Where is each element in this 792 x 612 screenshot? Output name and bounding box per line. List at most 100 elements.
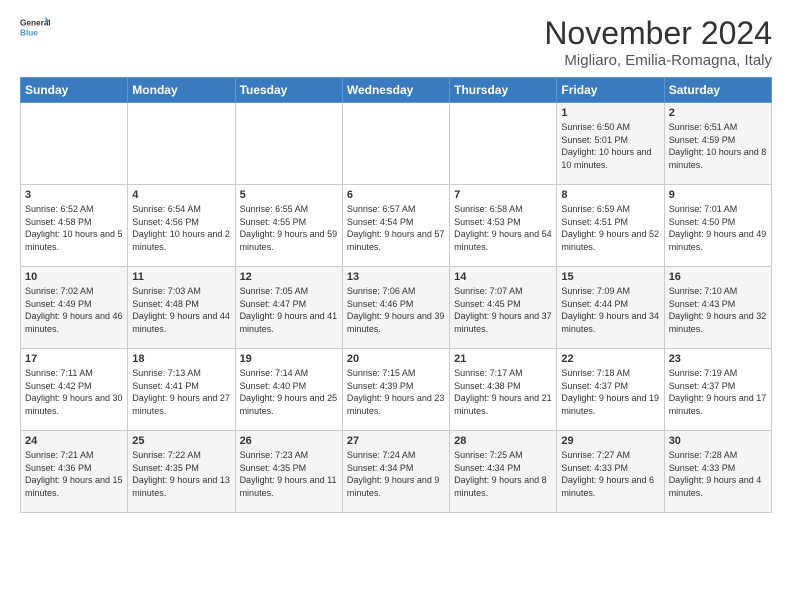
day-number: 10	[25, 271, 123, 283]
day-number: 3	[25, 189, 123, 201]
week-row-1: 1 Sunrise: 6:50 AM Sunset: 5:01 PM Daylig…	[21, 103, 772, 185]
col-header-friday: Friday	[557, 78, 664, 103]
day-info: Sunrise: 7:09 AM Sunset: 4:44 PM Dayligh…	[561, 285, 659, 335]
day-info: Sunrise: 6:52 AM Sunset: 4:58 PM Dayligh…	[25, 203, 123, 253]
day-info: Sunrise: 7:19 AM Sunset: 4:37 PM Dayligh…	[669, 367, 767, 417]
logo: General Blue	[20, 15, 50, 45]
day-info: Sunrise: 7:23 AM Sunset: 4:35 PM Dayligh…	[240, 449, 338, 499]
day-cell: 26 Sunrise: 7:23 AM Sunset: 4:35 PM Dayli…	[235, 431, 342, 513]
day-cell: 8 Sunrise: 6:59 AM Sunset: 4:51 PM Daylig…	[557, 185, 664, 267]
col-header-sunday: Sunday	[21, 78, 128, 103]
day-info: Sunrise: 7:02 AM Sunset: 4:49 PM Dayligh…	[25, 285, 123, 335]
day-number: 17	[25, 353, 123, 365]
calendar-table: SundayMondayTuesdayWednesdayThursdayFrid…	[20, 77, 772, 513]
day-cell: 29 Sunrise: 7:27 AM Sunset: 4:33 PM Dayli…	[557, 431, 664, 513]
col-header-tuesday: Tuesday	[235, 78, 342, 103]
day-number: 24	[25, 435, 123, 447]
day-cell	[235, 103, 342, 185]
day-info: Sunrise: 6:50 AM Sunset: 5:01 PM Dayligh…	[561, 121, 659, 171]
day-info: Sunrise: 7:11 AM Sunset: 4:42 PM Dayligh…	[25, 367, 123, 417]
day-number: 12	[240, 271, 338, 283]
day-cell	[21, 103, 128, 185]
day-number: 15	[561, 271, 659, 283]
week-row-3: 10 Sunrise: 7:02 AM Sunset: 4:49 PM Dayli…	[21, 267, 772, 349]
day-info: Sunrise: 7:03 AM Sunset: 4:48 PM Dayligh…	[132, 285, 230, 335]
day-cell: 10 Sunrise: 7:02 AM Sunset: 4:49 PM Dayli…	[21, 267, 128, 349]
day-info: Sunrise: 6:51 AM Sunset: 4:59 PM Dayligh…	[669, 121, 767, 171]
day-number: 30	[669, 435, 767, 447]
day-info: Sunrise: 6:55 AM Sunset: 4:55 PM Dayligh…	[240, 203, 338, 253]
day-info: Sunrise: 7:05 AM Sunset: 4:47 PM Dayligh…	[240, 285, 338, 335]
day-cell: 7Sunrise: 6:58 AM Sunset: 4:53 PM Daylig…	[450, 185, 557, 267]
day-cell: 23 Sunrise: 7:19 AM Sunset: 4:37 PM Dayli…	[664, 349, 771, 431]
day-number: 18	[132, 353, 230, 365]
day-cell: 20 Sunrise: 7:15 AM Sunset: 4:39 PM Dayli…	[342, 349, 449, 431]
day-cell: 11 Sunrise: 7:03 AM Sunset: 4:48 PM Dayli…	[128, 267, 235, 349]
day-number: 19	[240, 353, 338, 365]
day-number: 1	[561, 107, 659, 119]
day-cell: 5 Sunrise: 6:55 AM Sunset: 4:55 PM Daylig…	[235, 185, 342, 267]
day-info: Sunrise: 7:18 AM Sunset: 4:37 PM Dayligh…	[561, 367, 659, 417]
day-info: Sunrise: 7:13 AM Sunset: 4:41 PM Dayligh…	[132, 367, 230, 417]
day-number: 14	[454, 271, 552, 283]
week-row-5: 24 Sunrise: 7:21 AM Sunset: 4:36 PM Dayli…	[21, 431, 772, 513]
day-cell: 19 Sunrise: 7:14 AM Sunset: 4:40 PM Dayli…	[235, 349, 342, 431]
col-header-wednesday: Wednesday	[342, 78, 449, 103]
day-info: Sunrise: 6:54 AM Sunset: 4:56 PM Dayligh…	[132, 203, 230, 253]
week-row-4: 17 Sunrise: 7:11 AM Sunset: 4:42 PM Dayli…	[21, 349, 772, 431]
day-cell: 28Sunrise: 7:25 AM Sunset: 4:34 PM Dayli…	[450, 431, 557, 513]
location-title: Migliaro, Emilia-Romagna, Italy	[544, 52, 772, 69]
day-number: 27	[347, 435, 445, 447]
day-cell: 1 Sunrise: 6:50 AM Sunset: 5:01 PM Daylig…	[557, 103, 664, 185]
day-number: 2	[669, 107, 767, 119]
day-cell: 18 Sunrise: 7:13 AM Sunset: 4:41 PM Dayli…	[128, 349, 235, 431]
day-cell: 14Sunrise: 7:07 AM Sunset: 4:45 PM Dayli…	[450, 267, 557, 349]
day-number: 8	[561, 189, 659, 201]
day-cell	[342, 103, 449, 185]
day-cell	[450, 103, 557, 185]
day-number: 4	[132, 189, 230, 201]
day-info: Sunrise: 7:22 AM Sunset: 4:35 PM Dayligh…	[132, 449, 230, 499]
day-cell: 12 Sunrise: 7:05 AM Sunset: 4:47 PM Dayli…	[235, 267, 342, 349]
day-cell: 24 Sunrise: 7:21 AM Sunset: 4:36 PM Dayli…	[21, 431, 128, 513]
day-number: 6	[347, 189, 445, 201]
day-cell: 9 Sunrise: 7:01 AM Sunset: 4:50 PM Daylig…	[664, 185, 771, 267]
day-cell: 25 Sunrise: 7:22 AM Sunset: 4:35 PM Dayli…	[128, 431, 235, 513]
day-cell	[128, 103, 235, 185]
day-info: Sunrise: 7:10 AM Sunset: 4:43 PM Dayligh…	[669, 285, 767, 335]
day-number: 16	[669, 271, 767, 283]
day-cell: 2 Sunrise: 6:51 AM Sunset: 4:59 PM Daylig…	[664, 103, 771, 185]
day-info: Sunrise: 7:24 AM Sunset: 4:34 PM Dayligh…	[347, 449, 445, 499]
day-cell: 17 Sunrise: 7:11 AM Sunset: 4:42 PM Dayli…	[21, 349, 128, 431]
day-number: 9	[669, 189, 767, 201]
day-info: Sunrise: 7:27 AM Sunset: 4:33 PM Dayligh…	[561, 449, 659, 499]
day-number: 5	[240, 189, 338, 201]
col-header-saturday: Saturday	[664, 78, 771, 103]
day-cell: 13Sunrise: 7:06 AM Sunset: 4:46 PM Dayli…	[342, 267, 449, 349]
day-cell: 22 Sunrise: 7:18 AM Sunset: 4:37 PM Dayli…	[557, 349, 664, 431]
day-info: Sunrise: 7:28 AM Sunset: 4:33 PM Dayligh…	[669, 449, 767, 499]
day-info: Sunrise: 7:15 AM Sunset: 4:39 PM Dayligh…	[347, 367, 445, 417]
day-info: Sunrise: 6:59 AM Sunset: 4:51 PM Dayligh…	[561, 203, 659, 253]
day-info: Sunrise: 7:01 AM Sunset: 4:50 PM Dayligh…	[669, 203, 767, 253]
day-info: Sunrise: 7:21 AM Sunset: 4:36 PM Dayligh…	[25, 449, 123, 499]
month-title: November 2024	[544, 15, 772, 52]
day-number: 21	[454, 353, 552, 365]
day-number: 29	[561, 435, 659, 447]
day-number: 7	[454, 189, 552, 201]
day-cell: 4 Sunrise: 6:54 AM Sunset: 4:56 PM Daylig…	[128, 185, 235, 267]
header: General Blue November 2024 Migliaro, Emi…	[20, 15, 772, 69]
day-number: 11	[132, 271, 230, 283]
day-cell: 21Sunrise: 7:17 AM Sunset: 4:38 PM Dayli…	[450, 349, 557, 431]
title-block: November 2024 Migliaro, Emilia-Romagna, …	[544, 15, 772, 69]
day-info: Sunrise: 7:06 AM Sunset: 4:46 PM Dayligh…	[347, 285, 445, 335]
day-number: 20	[347, 353, 445, 365]
day-number: 23	[669, 353, 767, 365]
logo-icon: General Blue	[20, 15, 50, 45]
day-cell: 15 Sunrise: 7:09 AM Sunset: 4:44 PM Dayli…	[557, 267, 664, 349]
day-number: 22	[561, 353, 659, 365]
svg-text:Blue: Blue	[20, 28, 38, 37]
day-number: 25	[132, 435, 230, 447]
day-info: Sunrise: 7:14 AM Sunset: 4:40 PM Dayligh…	[240, 367, 338, 417]
day-number: 26	[240, 435, 338, 447]
